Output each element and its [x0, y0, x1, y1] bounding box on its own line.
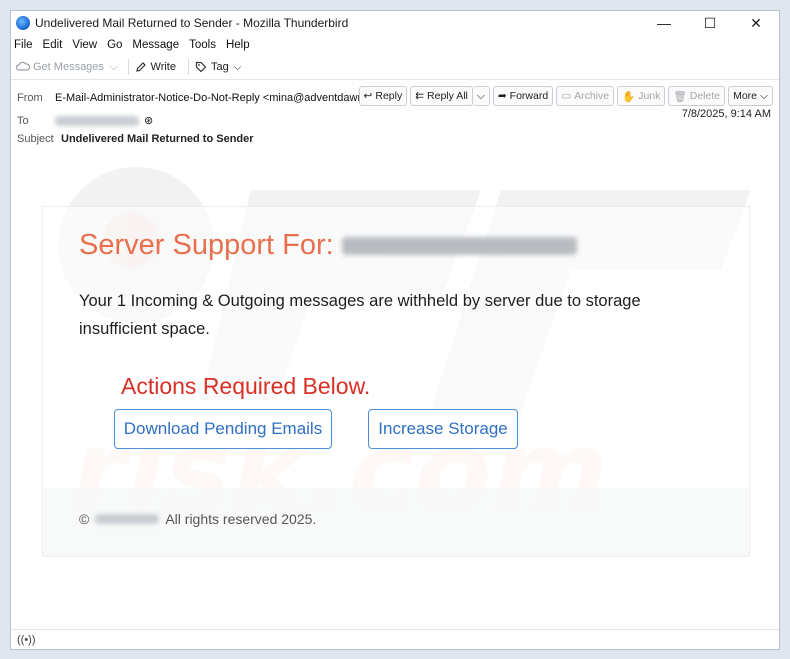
- forward-label: Forward: [509, 90, 549, 102]
- email-heading: Server Support For:: [79, 229, 577, 262]
- chevron-down-icon: ⌵: [476, 89, 485, 102]
- company-redacted: [95, 514, 160, 524]
- from-label: From: [17, 91, 43, 104]
- more-button[interactable]: More ⌵: [728, 86, 773, 106]
- reply-button[interactable]: ↩ Reply: [358, 86, 408, 106]
- subject-value: Undelivered Mail Returned to Sender: [61, 133, 254, 145]
- minimize-button[interactable]: —: [641, 11, 687, 35]
- toolbar-divider: [127, 59, 129, 75]
- junk-button[interactable]: ✋ Junk: [617, 86, 666, 106]
- increase-storage-button[interactable]: Increase Storage: [368, 409, 518, 449]
- rights-text: All rights reserved 2025.: [165, 511, 317, 527]
- archive-label: Archive: [574, 90, 610, 102]
- toolbar-divider: [187, 59, 189, 75]
- message-body: risk.com Server Support For: Your 1 Inco…: [11, 150, 779, 630]
- reply-all-dropdown[interactable]: ⌵: [472, 86, 490, 106]
- menu-file[interactable]: File: [14, 39, 33, 51]
- chevron-down-icon[interactable]: ⌵: [110, 62, 118, 73]
- actions-title: Actions Required Below.: [121, 373, 371, 399]
- title-bar: Undelivered Mail Returned to Sender - Mo…: [11, 11, 779, 35]
- reply-label: Reply: [375, 90, 403, 102]
- message-header: From E-Mail-Administrator-Notice-Do-Not-…: [11, 80, 779, 151]
- main-toolbar: Get Messages ⌵ Write Tag ⌵: [11, 55, 779, 80]
- pencil-icon: [135, 62, 146, 72]
- email-footer: © All rights reserved 2025.: [79, 511, 316, 527]
- tag-label: Tag: [210, 61, 229, 73]
- menu-edit[interactable]: Edit: [43, 39, 63, 51]
- email-message: Your 1 Incoming & Outgoing messages are …: [79, 292, 641, 338]
- menu-tools[interactable]: Tools: [189, 39, 216, 51]
- to-label: To: [17, 114, 29, 127]
- write-label: Write: [150, 61, 176, 73]
- delete-button[interactable]: 🗑 Delete: [668, 86, 726, 106]
- chevron-down-icon: ⌵: [233, 61, 242, 73]
- email-card: Server Support For: Your 1 Incoming & Ou…: [42, 206, 750, 557]
- copyright-symbol: ©: [79, 511, 90, 527]
- forward-icon: ➦: [497, 90, 507, 102]
- menu-view[interactable]: View: [72, 39, 97, 51]
- write-button[interactable]: Write: [135, 61, 176, 73]
- online-status-icon[interactable]: ((•)): [17, 634, 36, 646]
- archive-icon: ▭: [561, 90, 572, 102]
- archive-button[interactable]: ▭ Archive: [556, 86, 615, 106]
- thunderbird-window: Undelivered Mail Returned to Sender - Mo…: [10, 10, 780, 650]
- message-date: 7/8/2025, 9:14 AM: [681, 108, 771, 120]
- menu-bar: File Edit View Go Message Tools Help: [11, 35, 779, 55]
- from-value[interactable]: E-Mail-Administrator-Notice-Do-Not-Reply…: [55, 92, 394, 104]
- chevron-down-icon: ⌵: [760, 89, 768, 102]
- get-messages-label: Get Messages: [33, 61, 104, 73]
- subject-label: Subject: [17, 133, 54, 145]
- subject-row: Subject Undelivered Mail Returned to Sen…: [17, 133, 254, 145]
- get-messages-button[interactable]: Get Messages: [16, 61, 104, 73]
- menu-go[interactable]: Go: [107, 39, 122, 51]
- tag-button[interactable]: Tag ⌵: [195, 61, 241, 73]
- to-row: To ⊛: [17, 114, 153, 128]
- junk-icon: ✋: [622, 90, 636, 103]
- tag-icon: [195, 61, 207, 73]
- recipient-redacted: [341, 237, 577, 256]
- download-pending-emails-button[interactable]: Download Pending Emails: [114, 409, 332, 449]
- maximize-button[interactable]: ☐: [687, 11, 733, 35]
- cloud-download-icon: [16, 61, 30, 71]
- trash-icon: 🗑: [673, 90, 687, 103]
- window-title: Undelivered Mail Returned to Sender - Mo…: [35, 16, 349, 30]
- forward-button[interactable]: ➦ Forward: [492, 86, 554, 106]
- heading-text: Server Support For:: [79, 229, 334, 261]
- from-row: From E-Mail-Administrator-Notice-Do-Not-…: [17, 91, 407, 105]
- status-bar: ((•)): [11, 629, 779, 649]
- header-buttons: ↩ Reply ⇇ Reply All ⌵ ➦ Forward ▭ Archive ✋ J…: [356, 86, 773, 106]
- reply-icon: ↩: [363, 90, 373, 102]
- to-value-redacted[interactable]: [55, 115, 139, 126]
- close-button[interactable]: ✕: [733, 11, 779, 35]
- thunderbird-icon: [16, 16, 30, 30]
- more-label: More: [733, 90, 758, 102]
- reply-all-icon: ⇇: [415, 90, 425, 102]
- reply-all-label: Reply All: [427, 90, 468, 102]
- junk-label: Junk: [638, 90, 661, 102]
- delete-label: Delete: [689, 90, 721, 102]
- menu-help[interactable]: Help: [226, 39, 250, 51]
- contact-icon[interactable]: ⊛: [144, 114, 153, 127]
- reply-all-button[interactable]: ⇇ Reply All: [410, 86, 473, 106]
- menu-message[interactable]: Message: [132, 39, 179, 51]
